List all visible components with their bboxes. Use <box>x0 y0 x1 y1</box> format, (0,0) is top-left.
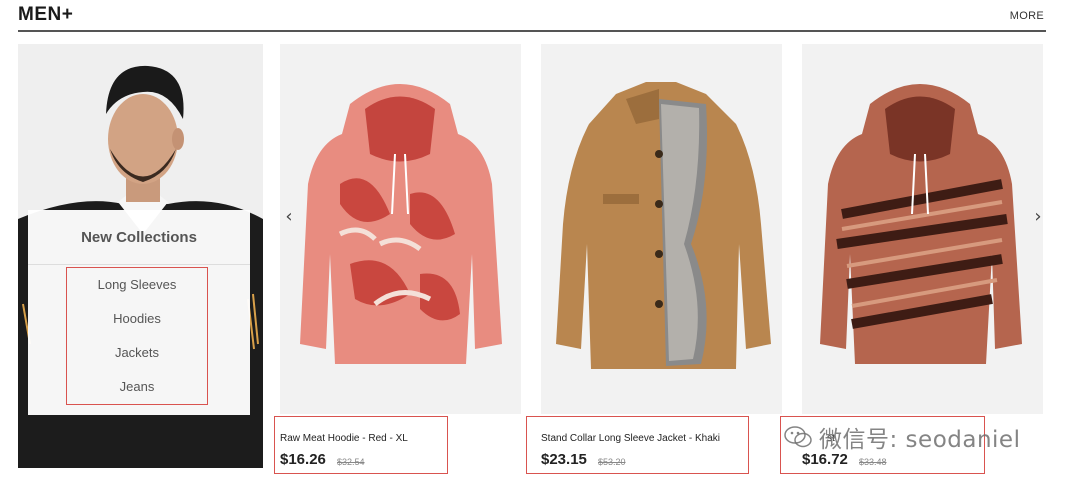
product-old-price: $33.48 <box>859 457 887 467</box>
collections-title: New Collections <box>28 210 250 265</box>
product-info[interactable]: Raw Meat Hoodie - Red - XL $16.26 $32.54 <box>274 416 448 474</box>
promo-banner[interactable]: New Collections Long Sleeves Hoodies Jac… <box>18 44 263 468</box>
product-info[interactable]: Stand Collar Long Sleeve Jacket - Khaki … <box>526 416 749 474</box>
product-name[interactable]: Stand Collar Long Sleeve Jacket - Khaki <box>541 433 720 444</box>
product-image-steak-hoodie <box>802 44 1043 414</box>
product-old-price: $32.54 <box>337 457 365 467</box>
chevron-left-icon[interactable]: ‹ <box>280 205 298 229</box>
watermark: 微信号: seodaniel <box>783 422 1021 453</box>
menu-item-long-sleeves[interactable]: Long Sleeves <box>67 268 207 302</box>
product-card[interactable] <box>280 44 521 414</box>
wechat-icon <box>784 426 812 448</box>
product-price: $23.15 <box>541 451 587 468</box>
product-old-price: $53.20 <box>598 457 626 467</box>
product-card[interactable] <box>802 44 1043 414</box>
watermark-text: 微信号: seodaniel <box>819 427 1021 453</box>
chevron-right-icon[interactable]: › <box>1029 205 1047 229</box>
menu-item-jackets[interactable]: Jackets <box>67 336 207 370</box>
menu-item-hoodies[interactable]: Hoodies <box>67 302 207 336</box>
collections-panel: New Collections Long Sleeves Hoodies Jac… <box>28 210 250 415</box>
product-price: $16.26 <box>280 451 326 468</box>
product-image-meat-hoodie <box>280 44 521 414</box>
section-title: MEN+ <box>18 4 74 25</box>
product-image-khaki-jacket <box>541 44 782 414</box>
product-name[interactable]: Raw Meat Hoodie - Red - XL <box>280 433 408 444</box>
collections-menu: Long Sleeves Hoodies Jackets Jeans <box>66 267 208 405</box>
section-header: MEN+ MORE <box>18 0 1046 32</box>
menu-item-jeans[interactable]: Jeans <box>67 370 207 404</box>
product-card[interactable] <box>541 44 782 414</box>
more-link[interactable]: MORE <box>1010 10 1044 22</box>
